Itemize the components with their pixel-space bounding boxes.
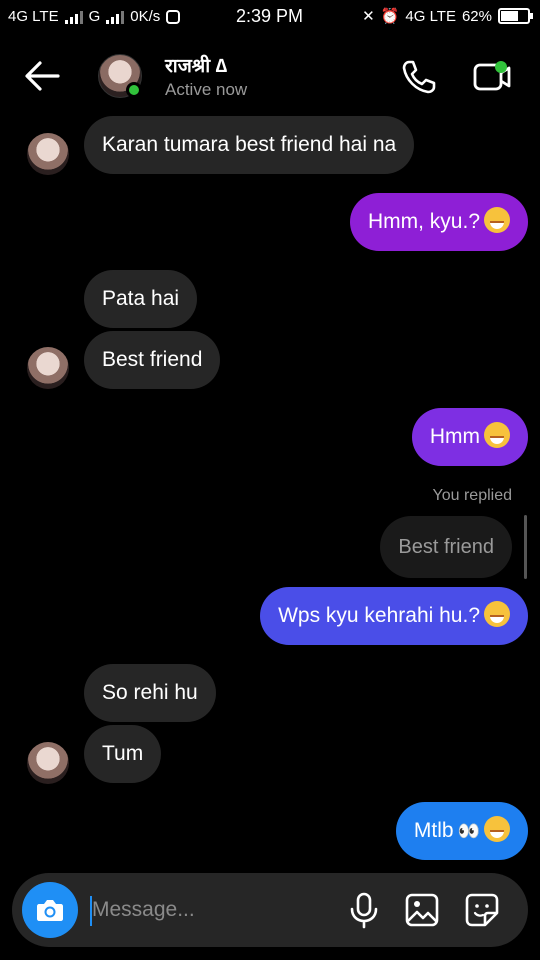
network-label-2: G <box>88 8 101 25</box>
mute-icon: ✕ <box>362 8 375 25</box>
reply-indicator-bar <box>524 515 527 579</box>
grinning-emoji-icon <box>484 207 510 234</box>
sticker-icon[interactable] <box>464 891 500 929</box>
smiling-emoji-icon <box>484 816 510 843</box>
clock: 2:39 PM <box>236 6 304 26</box>
battery-icon <box>498 8 533 24</box>
gallery-icon[interactable] <box>404 891 440 929</box>
microphone-icon[interactable] <box>346 891 382 929</box>
incoming-message[interactable]: Karan tumara best friend hai na <box>84 116 415 174</box>
signal-icon <box>64 10 83 24</box>
eyes-emoji-icon: 👀 <box>457 821 480 842</box>
camera-icon <box>37 900 63 921</box>
signal-icon-2 <box>106 10 125 24</box>
grinning-emoji-icon <box>484 601 510 628</box>
outgoing-message[interactable]: Wps kyu kehrahi hu.? <box>260 587 528 645</box>
battery-percent: 62% <box>461 7 492 25</box>
sender-avatar <box>27 133 69 175</box>
incoming-message[interactable]: Best friend <box>84 331 221 389</box>
message-composer <box>12 873 528 947</box>
chat-header: राजश्री ∆ Active now <box>0 40 540 112</box>
network-label: 4G LTE <box>8 8 59 25</box>
status-bar: 4G LTE G 0K/s 2:39 PM ✕ ⏰ 4G LTE 62% <box>0 0 540 36</box>
incoming-message[interactable]: Tum <box>84 725 162 783</box>
back-arrow-icon[interactable] <box>22 58 62 94</box>
sender-avatar <box>27 742 69 784</box>
incoming-message[interactable]: So rehi hu <box>84 664 216 722</box>
reply-label: You replied <box>432 487 512 504</box>
contact-name[interactable]: राजश्री ∆ <box>165 52 227 78</box>
outgoing-message[interactable]: Hmm, kyu.? <box>349 193 528 251</box>
video-active-dot <box>495 61 507 73</box>
alarm-icon: ⏰ <box>380 8 400 25</box>
outgoing-message[interactable]: Hmm <box>411 408 528 466</box>
incoming-message[interactable]: Pata hai <box>84 270 198 328</box>
camera-button[interactable] <box>22 882 78 938</box>
online-indicator <box>126 82 142 98</box>
network-speed: 0K/s <box>130 8 161 25</box>
phone-call-icon[interactable] <box>400 58 438 96</box>
outgoing-message[interactable]: Mtlb 👀 <box>395 802 528 860</box>
replied-message-preview[interactable]: Best friend <box>380 516 512 578</box>
message-input[interactable] <box>92 891 332 929</box>
grinning-emoji-icon <box>484 422 510 449</box>
sender-avatar <box>27 347 69 389</box>
contact-status: Active now <box>165 80 248 99</box>
network-label-3: 4G LTE <box>405 7 456 25</box>
instagram-icon <box>166 9 181 24</box>
